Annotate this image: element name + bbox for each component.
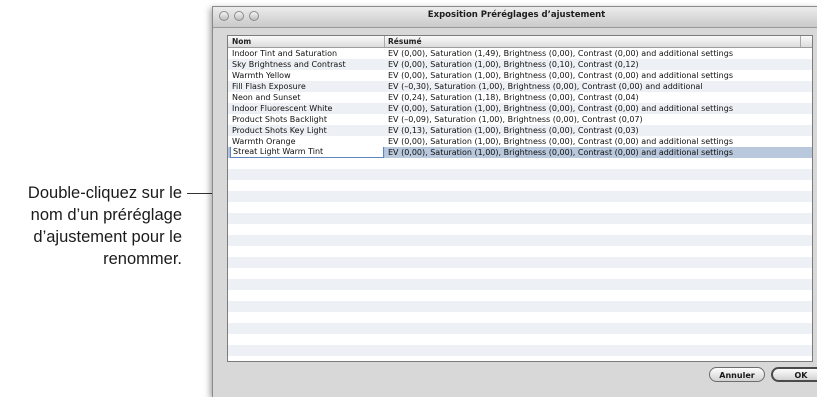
preset-name-cell[interactable]: Product Shots Key Light — [232, 125, 382, 136]
callout-text: Double-cliquez sur le nom d’un préréglag… — [0, 182, 182, 270]
preset-summary-cell: EV (0,00), Saturation (1,00), Brightness… — [388, 137, 733, 146]
empty-row — [228, 345, 812, 356]
empty-row — [228, 257, 812, 268]
callout-line-2: nom d’un préréglage — [30, 206, 182, 224]
empty-row — [228, 290, 812, 301]
preset-summary-cell: EV (0,00), Saturation (1,00), Brightness… — [388, 60, 639, 69]
table-row[interactable]: Warmth Orange EV (0,00), Saturation (1,00… — [228, 136, 812, 147]
table-row[interactable]: Indoor Tint and Saturation EV (0,00), Sat… — [228, 48, 812, 59]
preset-name-cell[interactable]: Warmth Orange — [232, 136, 382, 147]
empty-row — [228, 268, 812, 279]
table-row[interactable]: Product Shots Key Light EV (0,13), Satura… — [228, 125, 812, 136]
empty-row — [228, 334, 812, 345]
empty-row — [228, 191, 812, 202]
empty-row — [228, 213, 812, 224]
table-row[interactable]: Streat Light Warm Tint EV (0,00), Saturat… — [228, 147, 812, 158]
empty-row — [228, 158, 812, 169]
preset-summary-cell: EV (0,00), Saturation (1,00), Brightness… — [388, 104, 733, 113]
preset-name-cell[interactable]: Indoor Fluorescent White — [232, 103, 382, 114]
preset-summary-cell: EV (0,00), Saturation (1,00), Brightness… — [388, 71, 733, 80]
table-row[interactable]: Product Shots Backlight EV (–0,09), Satur… — [228, 114, 812, 125]
column-header-summary[interactable]: Résumé — [388, 37, 422, 46]
table-row[interactable]: Sky Brightness and Contrast EV (0,00), Sa… — [228, 59, 812, 70]
table-row[interactable]: Warmth Yellow EV (0,00), Saturation (1,00… — [228, 70, 812, 81]
preset-summary-cell: EV (0,13), Saturation (1,00), Brightness… — [388, 126, 639, 135]
empty-row — [228, 169, 812, 180]
preset-name-cell[interactable]: Fill Flash Exposure — [232, 81, 382, 92]
preset-summary-cell: EV (–0,30), Saturation (1,00), Brightnes… — [388, 82, 703, 91]
preset-name-cell[interactable]: Neon and Sunset — [232, 92, 382, 103]
window-title: Exposition Préréglages d’ajustement — [427, 10, 606, 20]
column-divider[interactable] — [384, 36, 385, 47]
ok-button[interactable]: OK — [771, 367, 817, 382]
preset-summary-cell: EV (–0,09), Saturation (1,00), Brightnes… — [388, 115, 643, 124]
empty-row — [228, 224, 812, 235]
empty-row — [228, 301, 812, 312]
callout-line-1: Double-cliquez sur le — [27, 184, 182, 202]
preset-summary-cell: EV (0,00), Saturation (1,49), Brightness… — [388, 49, 733, 58]
rename-text-value: Streat Light Warm Tint — [233, 147, 324, 156]
empty-row — [228, 312, 812, 323]
empty-row — [228, 180, 812, 191]
empty-row — [228, 202, 812, 213]
preset-summary-cell: EV (0,24), Saturation (1,18), Brightness… — [388, 93, 639, 102]
title-bar[interactable]: Exposition Préréglages d’ajustement — [213, 7, 817, 28]
empty-row — [228, 235, 812, 246]
rename-text-field[interactable]: Streat Light Warm Tint — [230, 147, 384, 158]
empty-row — [228, 279, 812, 290]
empty-row — [228, 246, 812, 257]
table-row[interactable]: Indoor Fluorescent White EV (0,00), Satur… — [228, 103, 812, 114]
table-row[interactable]: Fill Flash Exposure EV (–0,30), Saturatio… — [228, 81, 812, 92]
presets-window: Exposition Préréglages d’ajustement Nom … — [212, 6, 817, 397]
column-header-name[interactable]: Nom — [232, 37, 251, 46]
presets-table[interactable]: Nom Résumé Indoor Tint and Saturation EV … — [227, 35, 813, 362]
preset-summary-cell: EV (0,00), Saturation (1,00), Brightness… — [388, 148, 733, 157]
empty-row — [228, 323, 812, 334]
preset-name-cell[interactable]: Sky Brightness and Contrast — [232, 59, 382, 70]
callout-line-4: renommer. — [103, 250, 182, 268]
preset-name-cell[interactable]: Product Shots Backlight — [232, 114, 382, 125]
table-row[interactable]: Neon and Sunset EV (0,24), Saturation (1,… — [228, 92, 812, 103]
cancel-button[interactable]: Annuler — [709, 367, 765, 382]
table-body: Indoor Tint and Saturation EV (0,00), Sat… — [228, 48, 812, 361]
callout-line-3: d’ajustement pour le — [33, 228, 182, 246]
empty-row — [228, 356, 812, 361]
preset-name-cell[interactable]: Warmth Yellow — [232, 70, 382, 81]
preset-name-cell[interactable]: Indoor Tint and Saturation — [232, 48, 382, 59]
column-divider[interactable] — [800, 36, 801, 47]
table-header: Nom Résumé — [228, 36, 812, 48]
